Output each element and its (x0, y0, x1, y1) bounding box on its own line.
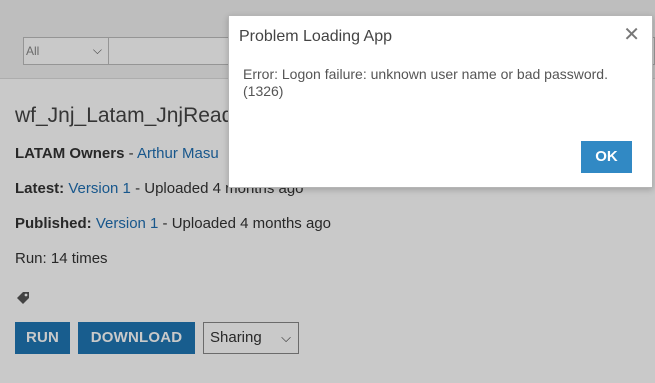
ok-button[interactable]: OK (581, 141, 632, 173)
error-dialog: Problem Loading App ✕ Error: Logon failu… (228, 15, 653, 188)
close-icon[interactable]: ✕ (623, 22, 640, 47)
dialog-message: Error: Logon failure: unknown user name … (243, 66, 608, 99)
dialog-title: Problem Loading App (239, 28, 392, 45)
